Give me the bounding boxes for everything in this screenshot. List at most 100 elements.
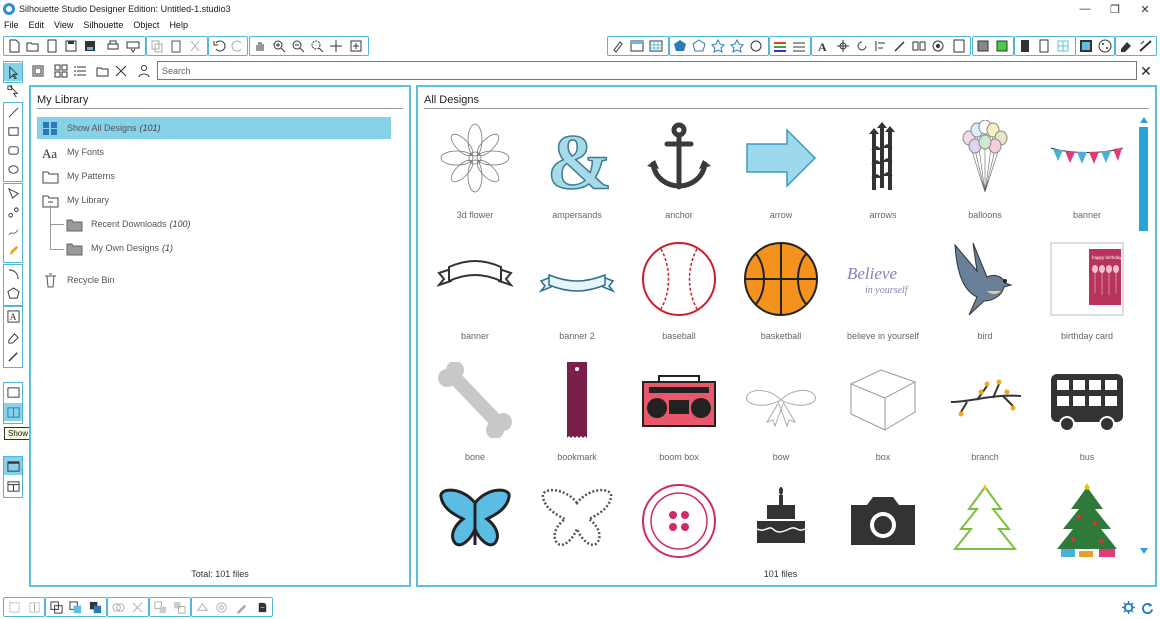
replicate-icon[interactable] [910, 37, 928, 55]
close-button[interactable]: ✕ [1130, 0, 1160, 18]
make-compound-icon[interactable] [47, 598, 65, 616]
redo-icon[interactable] [229, 37, 247, 55]
design-tile[interactable]: bus [1037, 356, 1137, 474]
align-icon[interactable] [872, 37, 890, 55]
design-tile[interactable]: box [833, 356, 933, 474]
line-style-icon[interactable] [790, 37, 808, 55]
group-icon[interactable] [5, 598, 23, 616]
document-view-icon[interactable] [1016, 37, 1034, 55]
duplicate-icon[interactable] [86, 598, 104, 616]
menu-silhouette[interactable]: Silhouette [83, 20, 123, 30]
fill-color-icon[interactable] [974, 37, 992, 55]
design-tile[interactable]: bird [935, 235, 1035, 353]
user-account-icon[interactable] [135, 62, 153, 80]
fit-to-page-icon[interactable] [347, 37, 365, 55]
fill-tool-icon[interactable] [193, 598, 211, 616]
library-item-my-library[interactable]: My Library [41, 189, 109, 211]
library-item-my-patterns[interactable]: My Patterns [41, 165, 115, 187]
cut-settings-icon[interactable] [1096, 37, 1114, 55]
registration-icon[interactable] [1077, 37, 1095, 55]
design-tile[interactable] [833, 477, 933, 560]
release-compound-icon[interactable] [66, 598, 84, 616]
design-tile[interactable]: 3d flower [425, 114, 525, 232]
offset-icon[interactable] [929, 37, 947, 55]
design-tile[interactable]: bone [425, 356, 525, 474]
design-tile[interactable]: Believe in yourself believe in yourself [833, 235, 933, 353]
rotate-icon[interactable] [853, 37, 871, 55]
design-tile[interactable]: branch [935, 356, 1035, 474]
text-tool-icon[interactable]: A [4, 307, 22, 325]
bring-forward-icon[interactable] [151, 598, 169, 616]
design-tile[interactable]: bookmark [527, 356, 627, 474]
design-tile[interactable] [731, 477, 831, 560]
show-design-page-icon[interactable] [4, 383, 22, 401]
curve-tool-icon[interactable] [4, 203, 22, 221]
transform-icon[interactable] [834, 37, 852, 55]
ungroup-icon[interactable] [25, 598, 43, 616]
search-input[interactable] [157, 61, 1137, 80]
delete-object-icon[interactable] [128, 598, 146, 616]
design-tile[interactable]: banner [425, 235, 525, 353]
line-color-icon[interactable] [771, 37, 789, 55]
polygon-icon[interactable] [690, 37, 708, 55]
design-tile[interactable] [629, 477, 729, 560]
design-page-icon[interactable] [609, 37, 627, 55]
shadow-icon[interactable] [747, 37, 765, 55]
grid-view-icon[interactable] [52, 62, 70, 80]
offset-tool-icon[interactable] [212, 598, 230, 616]
fill-icon[interactable] [671, 37, 689, 55]
design-tile[interactable]: banner [1037, 114, 1137, 232]
design-tile[interactable] [527, 477, 627, 560]
zoom-out-icon[interactable] [289, 37, 307, 55]
point-edit-icon[interactable] [4, 82, 22, 100]
page-outline-icon[interactable] [1035, 37, 1053, 55]
store-icon[interactable] [253, 598, 271, 616]
star-search-icon[interactable] [728, 37, 746, 55]
eraser-tool-icon[interactable] [4, 328, 22, 346]
send-to-silhouette-icon[interactable] [124, 37, 142, 55]
print-icon[interactable] [104, 37, 122, 55]
minimize-button[interactable]: — [1070, 0, 1100, 18]
eraser-icon[interactable] [1117, 37, 1135, 55]
delete-icon[interactable] [112, 62, 130, 80]
open-folder-icon[interactable] [24, 37, 42, 55]
library-item-recent-downloads[interactable]: Recent Downloads (100) [65, 213, 191, 235]
arc-tool-icon[interactable] [4, 265, 22, 283]
design-tile[interactable]: arrow [731, 114, 831, 232]
design-tile[interactable]: baseball [629, 235, 729, 353]
document-icon[interactable] [43, 37, 61, 55]
pencil-tool-icon[interactable] [4, 241, 22, 259]
zoom-drag-icon[interactable] [327, 37, 345, 55]
save-icon[interactable] [62, 37, 80, 55]
design-tile[interactable]: happy birthday birthday card [1037, 235, 1137, 353]
new-document-icon[interactable] [5, 37, 23, 55]
select-arrow-icon[interactable] [4, 63, 22, 81]
trace-icon[interactable] [950, 37, 968, 55]
library-view-icon[interactable] [29, 62, 47, 80]
pan-hand-icon[interactable] [251, 37, 269, 55]
sync-icon[interactable] [1138, 598, 1156, 616]
scroll-thumb[interactable] [1139, 127, 1148, 231]
design-tile[interactable] [935, 477, 1035, 560]
zoom-area-icon[interactable] [308, 37, 326, 55]
library-item-my-fonts[interactable]: Aa My Fonts [41, 141, 105, 163]
line-tool-icon[interactable] [4, 103, 22, 121]
ellipse-tool-icon[interactable] [4, 160, 22, 178]
design-tile[interactable] [1037, 477, 1137, 560]
copy-icon[interactable] [148, 37, 166, 55]
search-clear-button[interactable]: ✕ [1137, 62, 1155, 80]
menu-object[interactable]: Object [133, 20, 159, 30]
list-view-icon[interactable] [71, 62, 89, 80]
scroll-down-icon[interactable] [1138, 545, 1149, 556]
menu-edit[interactable]: Edit [29, 20, 45, 30]
library-item-recycle-bin[interactable]: Recycle Bin [41, 269, 115, 291]
rectangle-tool-icon[interactable] [4, 122, 22, 140]
regular-polygon-tool-icon[interactable] [4, 284, 22, 302]
zoom-in-icon[interactable] [270, 37, 288, 55]
fill-gradient-icon[interactable] [993, 37, 1011, 55]
send-cut-icon[interactable] [1137, 37, 1155, 55]
design-tile[interactable]: basketball [731, 235, 831, 353]
menu-view[interactable]: View [54, 20, 73, 30]
knife-icon[interactable] [891, 37, 909, 55]
library-grid-icon[interactable] [1054, 37, 1072, 55]
